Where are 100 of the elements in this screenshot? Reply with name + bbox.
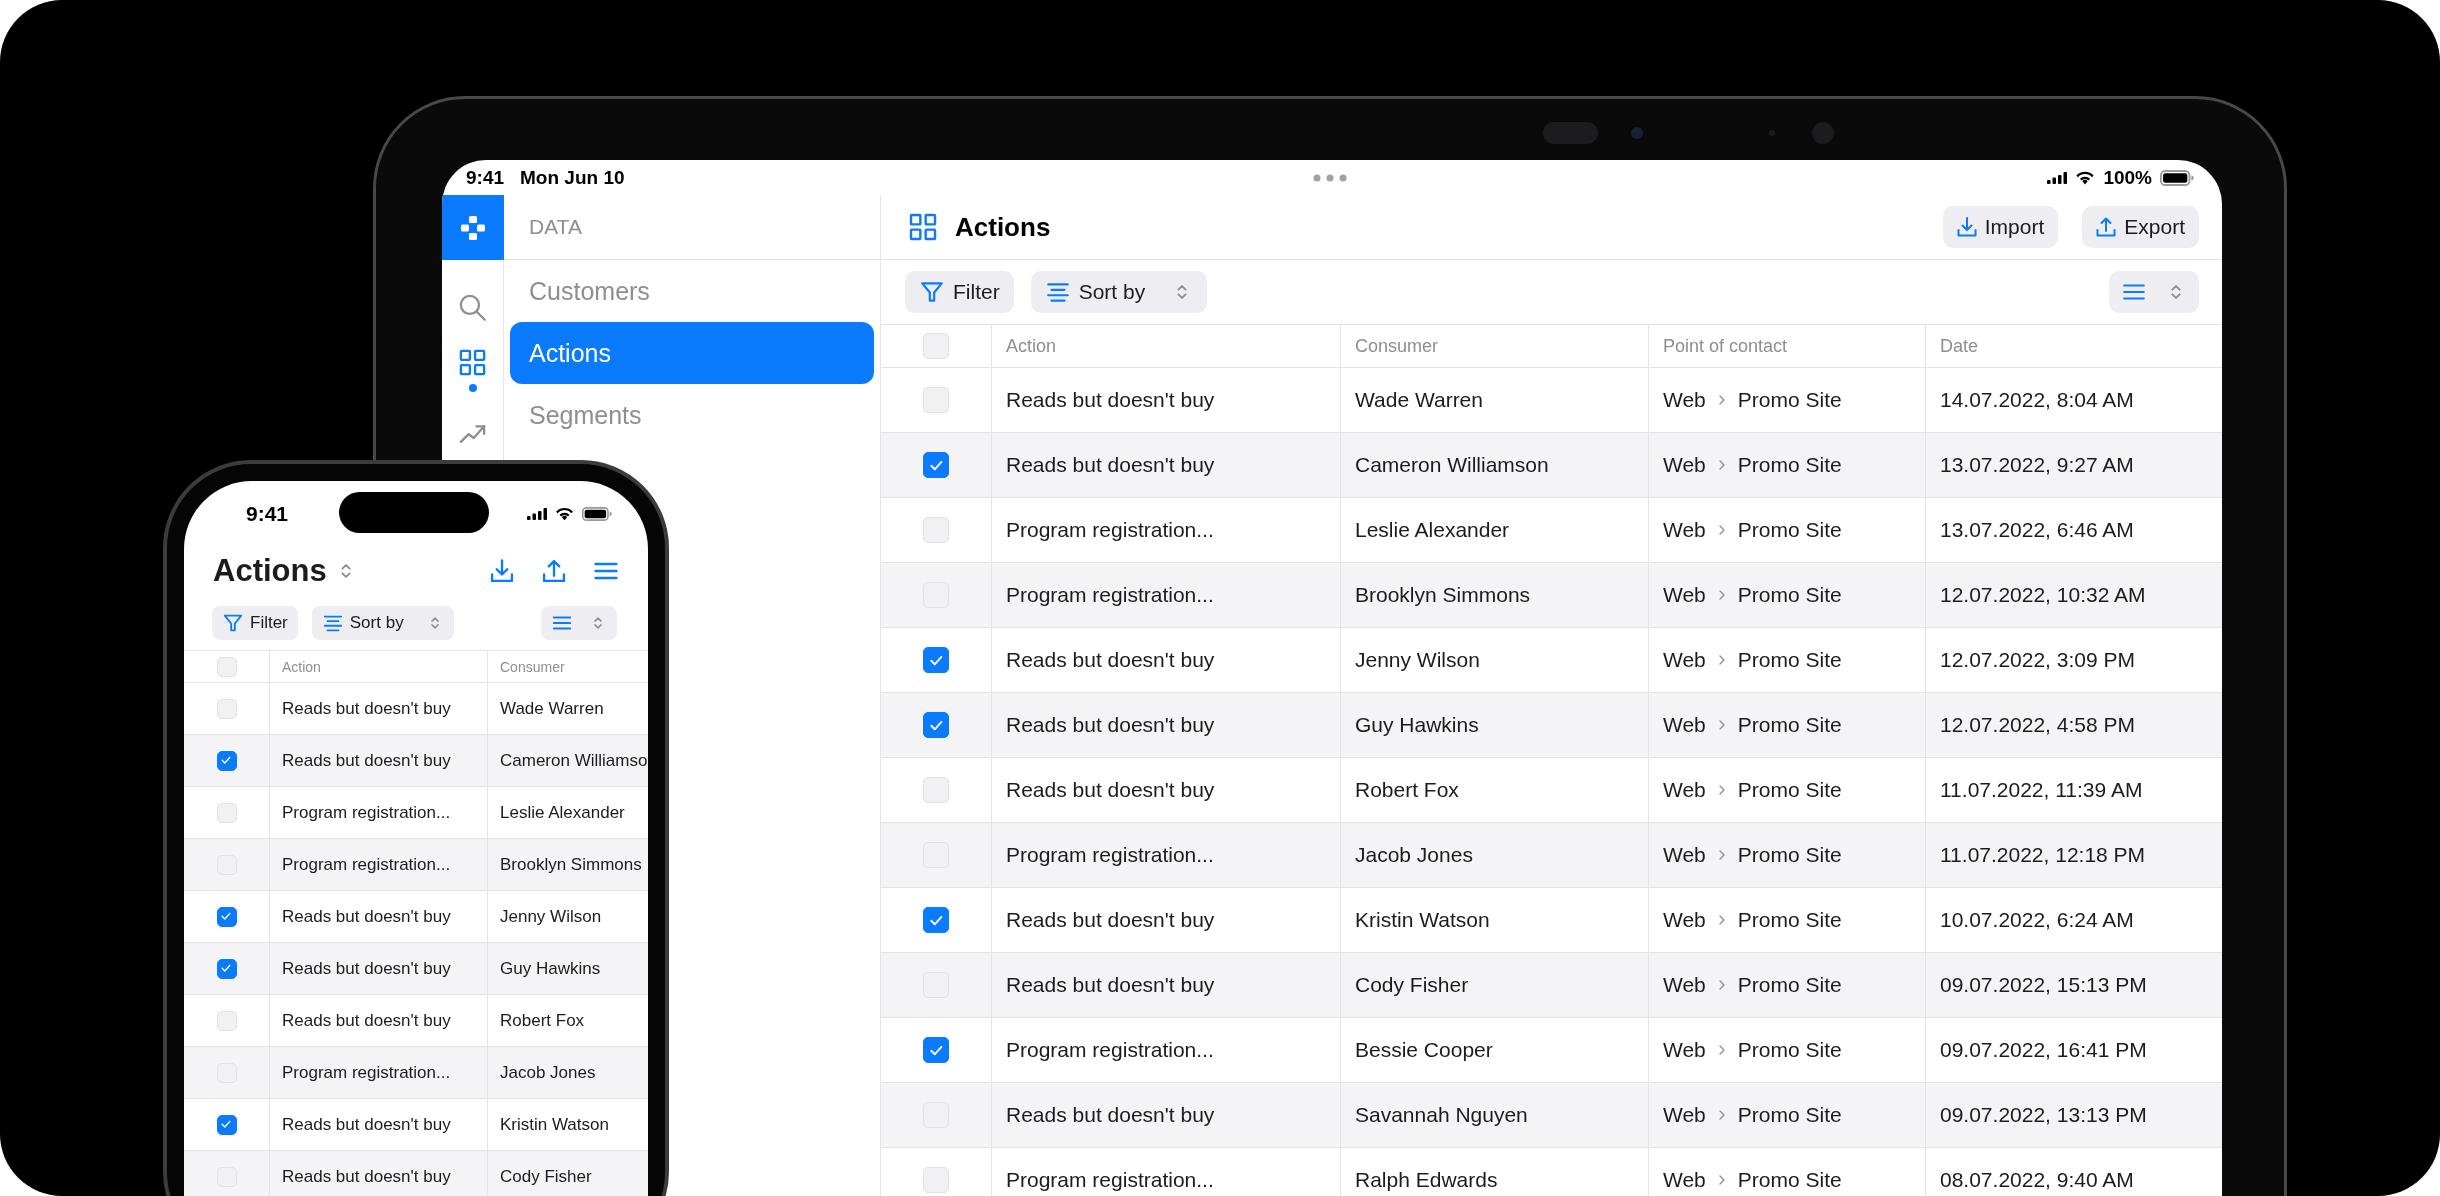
status-time: 9:41	[246, 501, 289, 526]
multitasking-dots-icon[interactable]	[1313, 173, 1347, 182]
column-header: Action	[282, 658, 321, 675]
contact-target: Promo Site	[1737, 843, 1842, 867]
logo-icon[interactable]	[442, 195, 504, 260]
contact-channel: Web	[1663, 1168, 1706, 1192]
export-button[interactable]: Export	[2082, 206, 2199, 248]
row-checkbox[interactable]	[216, 750, 237, 771]
wifi-icon	[555, 506, 574, 521]
table-cell: Reads but doesn't buy	[1006, 1103, 1215, 1127]
table-cell: Jacob Jones	[500, 1062, 596, 1083]
select-all-checkbox[interactable]	[216, 656, 237, 677]
status-date: Mon Jun 10	[520, 166, 625, 189]
view-options-button[interactable]	[2109, 271, 2199, 313]
table-cell: Reads but doesn't buy	[282, 1010, 451, 1031]
download-icon[interactable]	[488, 557, 516, 585]
table-cell: 13.07.2022, 9:27 AM	[1940, 453, 2134, 477]
filter-button[interactable]: Filter	[905, 271, 1014, 313]
contact-target: Promo Site	[1737, 1038, 1842, 1062]
table-cell: 10.07.2022, 6:24 AM	[1940, 908, 2134, 932]
table-cell: Program registration...	[1006, 1168, 1214, 1192]
view-options-button[interactable]	[541, 606, 617, 640]
sort-button[interactable]: Sort by	[311, 606, 454, 640]
selection-dot	[468, 384, 477, 392]
table-cell: Cody Fisher	[500, 1166, 592, 1187]
contact-channel: Web	[1663, 1038, 1706, 1062]
table-cell: 12.07.2022, 4:58 PM	[1940, 713, 2135, 737]
table-cell: Brooklyn Simmons	[1355, 583, 1531, 607]
contact-channel: Web	[1663, 1103, 1706, 1127]
contact-target: Promo Site	[1737, 518, 1842, 542]
table-cell: Robert Fox	[500, 1010, 585, 1031]
contact-target: Promo Site	[1737, 1103, 1842, 1127]
table-cell: Reads but doesn't buy	[282, 1166, 451, 1187]
import-button[interactable]: Import	[1942, 206, 2059, 248]
row-checkbox[interactable]	[216, 906, 237, 927]
row-checkbox[interactable]	[923, 452, 949, 478]
contact-channel: Web	[1663, 843, 1706, 867]
contact-channel: Web	[1663, 973, 1706, 997]
table-cell: 12.07.2022, 3:09 PM	[1940, 648, 2135, 672]
row-checkbox[interactable]	[216, 958, 237, 979]
table-cell: Savannah Nguyen	[1355, 1103, 1528, 1127]
battery-icon	[2160, 169, 2194, 186]
table-cell: Program registration...	[1006, 518, 1214, 542]
column-header: Point of contact	[1663, 335, 1788, 357]
table-cell: Brooklyn Simmons	[500, 854, 642, 875]
table-cell: Reads but doesn't buy	[282, 1114, 451, 1135]
table-cell: 09.07.2022, 13:13 PM	[1940, 1103, 2147, 1127]
nav-item[interactable]: Actions	[510, 322, 874, 384]
grid-icon	[907, 211, 939, 243]
table-cell: Jenny Wilson	[500, 906, 602, 927]
table-cell: Reads but doesn't buy	[1006, 453, 1215, 477]
table-cell: Wade Warren	[500, 698, 604, 719]
contact-channel: Web	[1663, 388, 1706, 412]
table-cell: 12.07.2022, 10:32 AM	[1940, 583, 2146, 607]
sort-button[interactable]: Sort by	[1030, 271, 1208, 313]
contact-target: Promo Site	[1737, 583, 1842, 607]
search-icon[interactable]	[457, 292, 488, 323]
table-cell: Reads but doesn't buy	[282, 698, 451, 719]
table-cell: Reads but doesn't buy	[1006, 648, 1215, 672]
table-cell: Leslie Alexander	[500, 802, 625, 823]
wifi-icon	[2075, 170, 2096, 185]
row-checkbox[interactable]	[923, 712, 949, 738]
table-cell: Reads but doesn't buy	[1006, 388, 1215, 412]
grid-icon[interactable]	[457, 347, 488, 378]
contact-target: Promo Site	[1737, 908, 1842, 932]
table-cell: Reads but doesn't buy	[282, 906, 451, 927]
table-cell: Program registration...	[1006, 1038, 1214, 1062]
table-cell: Guy Hawkins	[1355, 713, 1479, 737]
table-cell: Leslie Alexander	[1355, 518, 1510, 542]
row-checkbox[interactable]	[923, 647, 949, 673]
upload-icon	[2094, 215, 2119, 239]
contact-channel: Web	[1663, 583, 1706, 607]
table-cell: Program registration...	[1006, 843, 1214, 867]
column-header: Consumer	[500, 658, 565, 675]
table-cell: Guy Hawkins	[500, 958, 601, 979]
contact-target: Promo Site	[1737, 1168, 1842, 1192]
table-cell: Cameron Williamso	[500, 750, 648, 771]
filter-icon	[919, 279, 945, 305]
table-cell: 14.07.2022, 8:04 AM	[1940, 388, 2134, 412]
page-title: Actions	[213, 553, 327, 589]
select-all-checkbox[interactable]	[923, 333, 949, 359]
contact-channel: Web	[1663, 908, 1706, 932]
contact-target: Promo Site	[1737, 648, 1842, 672]
table-cell: Kristin Watson	[1355, 908, 1490, 932]
table-cell: 09.07.2022, 16:41 PM	[1940, 1038, 2147, 1062]
contact-channel: Web	[1663, 778, 1706, 802]
table-cell: Kristin Watson	[500, 1114, 609, 1135]
row-checkbox[interactable]	[216, 1114, 237, 1135]
table-cell: Program registration...	[282, 1062, 451, 1083]
column-header: Consumer	[1355, 335, 1439, 357]
contact-target: Promo Site	[1737, 388, 1842, 412]
contact-channel: Web	[1663, 518, 1706, 542]
row-checkbox[interactable]	[923, 907, 949, 933]
table-cell: Bessie Cooper	[1355, 1038, 1493, 1062]
table-cell: Jacob Jones	[1355, 843, 1473, 867]
row-checkbox[interactable]	[923, 1037, 949, 1063]
battery-icon	[582, 506, 612, 521]
upload-icon[interactable]	[540, 557, 568, 585]
signal-icon	[527, 507, 547, 520]
filter-button[interactable]: Filter	[212, 606, 298, 640]
